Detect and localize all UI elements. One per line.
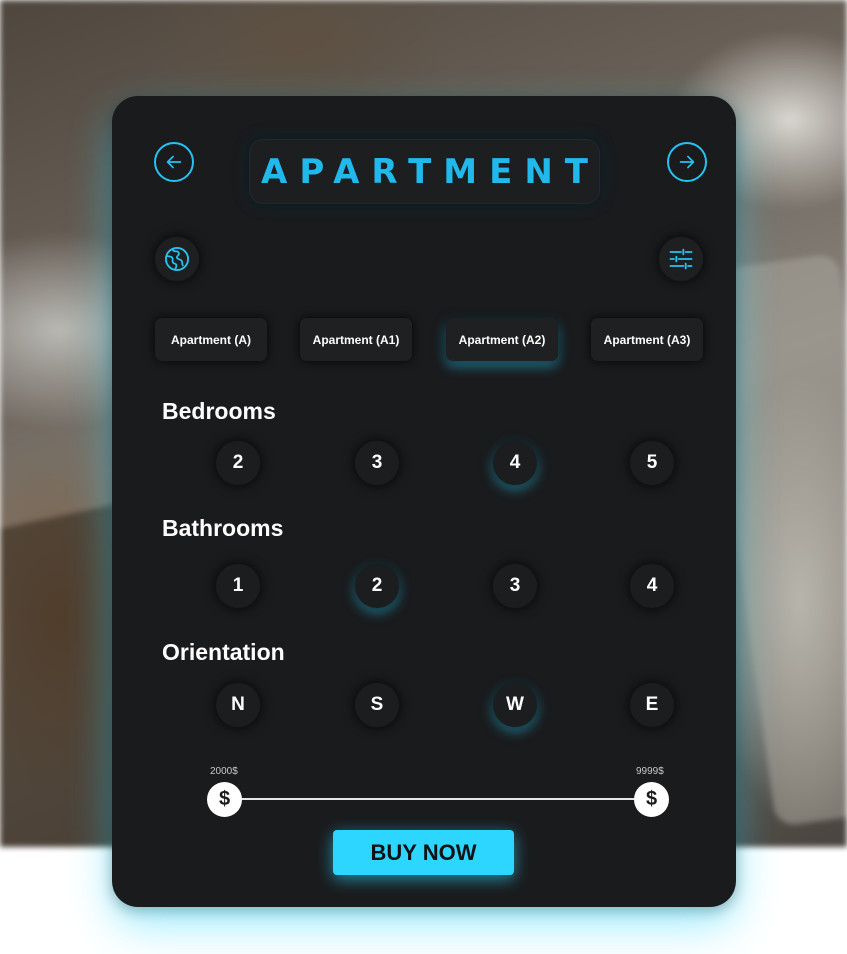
bathrooms-option-3[interactable]: 3 [493,564,537,608]
sliders-icon [669,248,693,270]
tab-apartment-a1[interactable]: Apartment (A1) [300,318,412,361]
orientation-option-w[interactable]: W [493,683,537,727]
title-box: APARTMENT [249,139,600,204]
bedrooms-label: Bedrooms [162,398,276,424]
tab-apartment-a[interactable]: Apartment (A) [155,318,267,361]
tab-apartment-a2[interactable]: Apartment (A2) [446,318,558,361]
bedrooms-option-2[interactable]: 2 [216,441,260,485]
orientation-option-e[interactable]: E [630,683,674,727]
previous-button[interactable] [154,142,194,182]
bedrooms-option-4[interactable]: 4 [493,441,537,485]
orientation-label: Orientation [162,639,285,665]
globe-button[interactable] [155,237,199,281]
globe-icon [164,246,190,272]
price-min-label: 2000$ [210,766,238,777]
bedrooms-option-3[interactable]: 3 [355,441,399,485]
orientation-option-n[interactable]: N [216,683,260,727]
filter-settings-button[interactable] [659,237,703,281]
buy-now-button[interactable]: BUY NOW [333,830,514,875]
next-button[interactable] [667,142,707,182]
bathrooms-label: Bathrooms [162,515,284,541]
arrow-right-icon [679,155,695,169]
apartment-filter-card: APARTMENT Apartment (A) Apartment (A1) A… [112,96,736,907]
price-max-handle[interactable]: $ [634,782,669,817]
tab-apartment-a3[interactable]: Apartment (A3) [591,318,703,361]
page-title: APARTMENT [261,151,600,192]
bedrooms-option-5[interactable]: 5 [630,441,674,485]
bathrooms-option-1[interactable]: 1 [216,564,260,608]
orientation-option-s[interactable]: S [355,683,399,727]
price-slider-track[interactable] [224,798,651,800]
arrow-left-icon [166,155,182,169]
bathrooms-option-2[interactable]: 2 [355,564,399,608]
price-min-handle[interactable]: $ [207,782,242,817]
price-max-label: 9999$ [636,766,664,777]
bathrooms-option-4[interactable]: 4 [630,564,674,608]
